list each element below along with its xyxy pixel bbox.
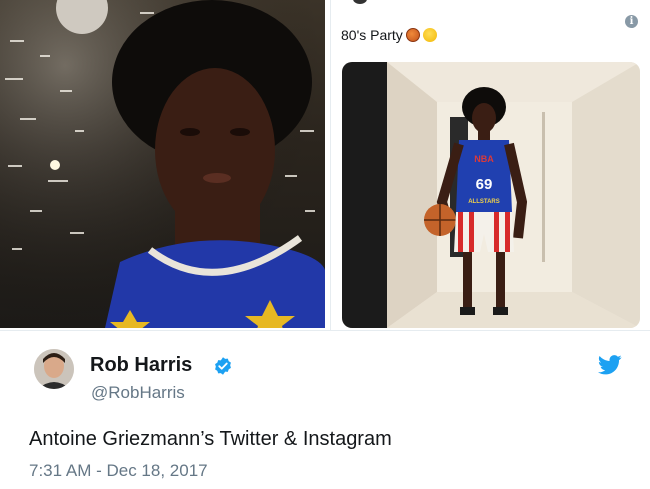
embed-avatar-fragment bbox=[353, 0, 367, 4]
basketball-emoji-icon bbox=[405, 28, 420, 42]
avatar-illustration bbox=[34, 349, 74, 389]
selfie-photo[interactable] bbox=[0, 0, 325, 328]
author-name[interactable]: Rob Harris bbox=[90, 354, 192, 377]
tweet-timestamp[interactable]: 7:31 AM - Dec 18, 2017 bbox=[29, 461, 208, 481]
grinning-face-emoji-icon bbox=[422, 28, 437, 42]
jersey-number-text: 69 bbox=[476, 176, 493, 193]
selfie-illustration bbox=[0, 0, 325, 328]
tweet-text: Antoine Griezmann’s Twitter & Instagram bbox=[29, 428, 392, 450]
embed-caption-text: 80's Party bbox=[341, 27, 403, 43]
hallway-illustration: NBA 69 ALLSTARS bbox=[342, 62, 640, 328]
twitter-bird-icon[interactable] bbox=[598, 355, 622, 375]
tweet-card[interactable]: Rob Harris @RobHarris Antoine Griezmann’… bbox=[0, 330, 650, 489]
avatar[interactable] bbox=[34, 349, 74, 389]
jersey-logo-text: NBA bbox=[474, 154, 494, 164]
tweet-media: 80's Party i NBA 69 ALLSTARS bbox=[0, 0, 650, 330]
verified-badge-icon bbox=[215, 357, 231, 375]
embed-caption: 80's Party bbox=[341, 27, 437, 43]
embed-photo[interactable]: NBA 69 ALLSTARS bbox=[342, 62, 640, 328]
jersey-team-text: ALLSTARS bbox=[468, 199, 500, 205]
author-handle[interactable]: @RobHarris bbox=[91, 383, 185, 403]
embedded-post[interactable]: 80's Party i NBA 69 ALLSTARS bbox=[330, 0, 650, 330]
info-icon[interactable]: i bbox=[625, 15, 638, 28]
